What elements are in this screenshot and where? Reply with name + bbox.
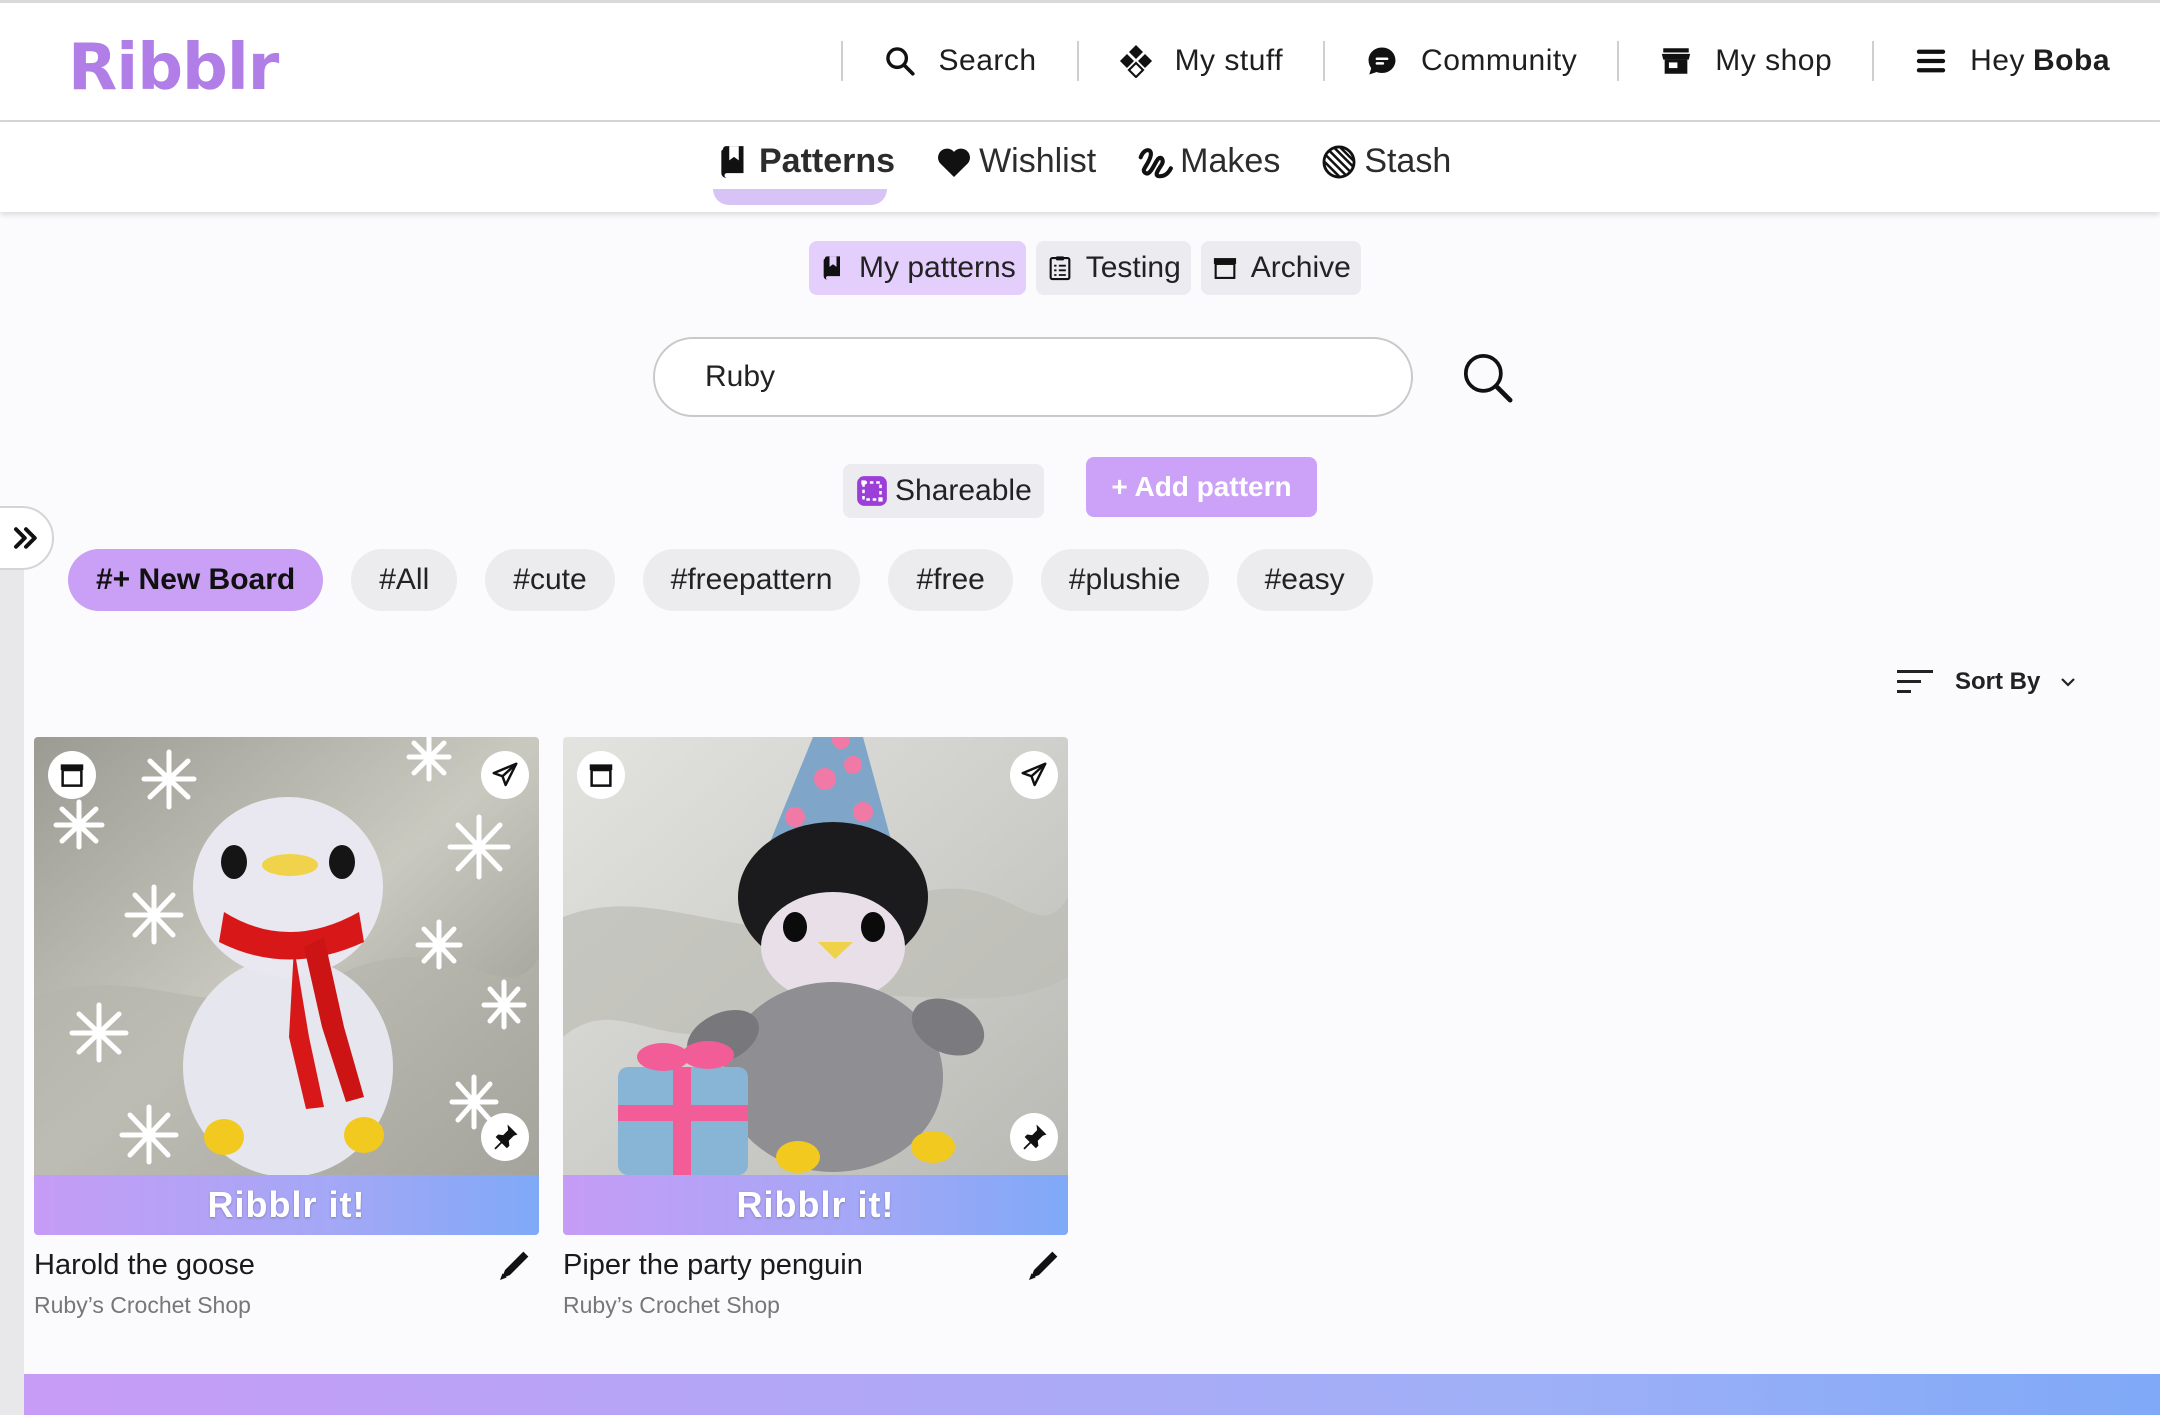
top-bar: Ribblr Search My stuff Community My shop…	[0, 0, 2160, 122]
nav-community[interactable]: Community	[1365, 44, 1577, 78]
subtab-archive[interactable]: Archive	[1200, 241, 1361, 295]
tab-patterns[interactable]: Patterns	[713, 142, 896, 205]
paper-plane-icon	[1021, 762, 1047, 787]
shareable-toggle[interactable]: Shareable	[843, 464, 1044, 518]
paper-plane-icon	[492, 762, 518, 787]
nav-my-stuff[interactable]: My stuff	[1119, 44, 1283, 78]
nav-user-menu[interactable]: Hey Boba	[1914, 44, 2110, 78]
heart-icon	[938, 148, 971, 177]
nav-my-shop[interactable]: My shop	[1659, 44, 1832, 78]
board-chip-easy[interactable]: #easy	[1236, 549, 1373, 611]
nav-divider	[1076, 41, 1079, 81]
ribblr-it-button[interactable]: Ribblr it!	[34, 1175, 539, 1235]
share-card-button[interactable]	[481, 751, 529, 799]
edit-pencil-icon[interactable]	[495, 1245, 535, 1285]
sidebar-expand-button[interactable]	[0, 506, 54, 570]
tab-wishlist[interactable]: Wishlist	[935, 142, 1096, 181]
shareable-icon	[857, 476, 887, 506]
subtab-archive-label: Archive	[1250, 251, 1351, 284]
nav-divider	[1617, 41, 1620, 81]
user-name: Boba	[2033, 44, 2110, 77]
bookmark-icon	[721, 145, 744, 178]
pattern-title[interactable]: Piper the party penguin	[563, 1249, 1068, 1282]
archive-box-icon	[1213, 258, 1236, 279]
diamond-grid-icon	[1119, 44, 1152, 78]
nav-search[interactable]: Search	[883, 44, 1037, 78]
tab-patterns-label: Patterns	[759, 142, 896, 180]
board-chip-free[interactable]: #free	[888, 549, 1013, 611]
pattern-title[interactable]: Harold the goose	[34, 1249, 539, 1282]
penguin-scarf-photo	[34, 737, 539, 1175]
pattern-search-input[interactable]	[653, 337, 1413, 417]
subtab-my-patterns-label: My patterns	[859, 251, 1016, 284]
bookmark-icon	[823, 256, 840, 280]
board-chip-cute[interactable]: #cute	[485, 549, 615, 611]
subtab-my-patterns[interactable]: My patterns	[809, 241, 1026, 295]
pattern-photo[interactable]	[563, 737, 1068, 1175]
search-icon[interactable]	[1460, 350, 1516, 406]
search-icon	[885, 47, 915, 76]
ribblr-it-button[interactable]: Ribblr it!	[563, 1175, 1068, 1235]
yarn-ball-icon	[1322, 145, 1356, 178]
pattern-card[interactable]: Ribblr it! Harold the goose Ruby’s Croch…	[34, 737, 539, 1319]
double-chevron-right-icon	[14, 527, 37, 549]
chat-bubble-icon	[1368, 47, 1396, 75]
yarn-squiggle-icon	[1138, 147, 1174, 178]
archive-box-icon	[60, 764, 84, 787]
greeting-label: Hey	[1970, 44, 2025, 77]
add-pattern-button[interactable]: + Add pattern	[1086, 457, 1317, 517]
edit-pencil-icon[interactable]	[1024, 1245, 1064, 1285]
ribblr-logo[interactable]: Ribblr	[68, 31, 279, 105]
nav-divider	[1872, 41, 1875, 81]
section-tabs: Patterns Wishlist Makes Stash	[713, 142, 1491, 205]
hamburger-menu-icon	[1916, 49, 1946, 73]
nav-community-label: Community	[1421, 44, 1578, 77]
archive-box-icon	[589, 764, 613, 787]
board-chip-freepattern[interactable]: #freepattern	[642, 549, 861, 611]
tab-makes[interactable]: Makes	[1136, 142, 1280, 181]
tab-wishlist-label: Wishlist	[979, 142, 1097, 180]
pattern-shop-name[interactable]: Ruby’s Crochet Shop	[34, 1292, 539, 1319]
new-board-chip[interactable]: #+ New Board	[68, 549, 324, 611]
shareable-label: Shareable	[895, 474, 1032, 507]
tab-stash-label: Stash	[1364, 142, 1452, 180]
subtab-testing[interactable]: Testing	[1035, 241, 1191, 295]
share-card-button[interactable]	[1010, 751, 1058, 799]
sort-dropdown[interactable]: Sort By	[1897, 668, 2078, 696]
storefront-icon	[1662, 48, 1691, 74]
bottom-promo-banner[interactable]	[24, 1374, 2160, 1415]
nav-search-label: Search	[938, 44, 1037, 77]
board-chips: #+ New Board #All #cute #freepattern #fr…	[68, 549, 1401, 611]
pattern-card[interactable]: Ribblr it! Piper the party penguin Ruby’…	[563, 737, 1068, 1319]
pin-icon	[1023, 1124, 1047, 1150]
party-penguin-photo	[563, 737, 1068, 1175]
active-tab-indicator	[713, 189, 887, 205]
nav-divider	[1323, 41, 1326, 81]
pin-card-button[interactable]	[1010, 1113, 1058, 1161]
side-rail	[0, 536, 24, 1415]
sort-label: Sort By	[1955, 668, 2041, 695]
tab-makes-label: Makes	[1180, 142, 1281, 180]
board-chip-all[interactable]: #All	[351, 549, 458, 611]
pattern-shop-name[interactable]: Ruby’s Crochet Shop	[563, 1292, 1068, 1319]
nav-my-stuff-label: My stuff	[1174, 44, 1284, 77]
archive-card-button[interactable]	[577, 751, 625, 799]
section-tabs-bar: Patterns Wishlist Makes Stash	[0, 122, 2160, 212]
chevron-down-icon	[2061, 678, 2076, 687]
board-chip-plushie[interactable]: #plushie	[1040, 549, 1209, 611]
nav-divider	[840, 41, 843, 81]
pattern-photo[interactable]	[34, 737, 539, 1175]
pin-card-button[interactable]	[481, 1113, 529, 1161]
pattern-subtabs: My patterns Testing Archive	[809, 241, 1371, 295]
subtab-testing-label: Testing	[1085, 251, 1181, 284]
sort-lines-icon	[1897, 670, 1933, 693]
nav-my-shop-label: My shop	[1715, 44, 1833, 77]
clipboard-icon	[1049, 256, 1071, 281]
archive-card-button[interactable]	[48, 751, 96, 799]
tab-stash[interactable]: Stash	[1320, 142, 1451, 181]
top-nav: Search My stuff Community My shop Hey Bo…	[801, 29, 2111, 93]
pin-icon	[494, 1124, 518, 1150]
